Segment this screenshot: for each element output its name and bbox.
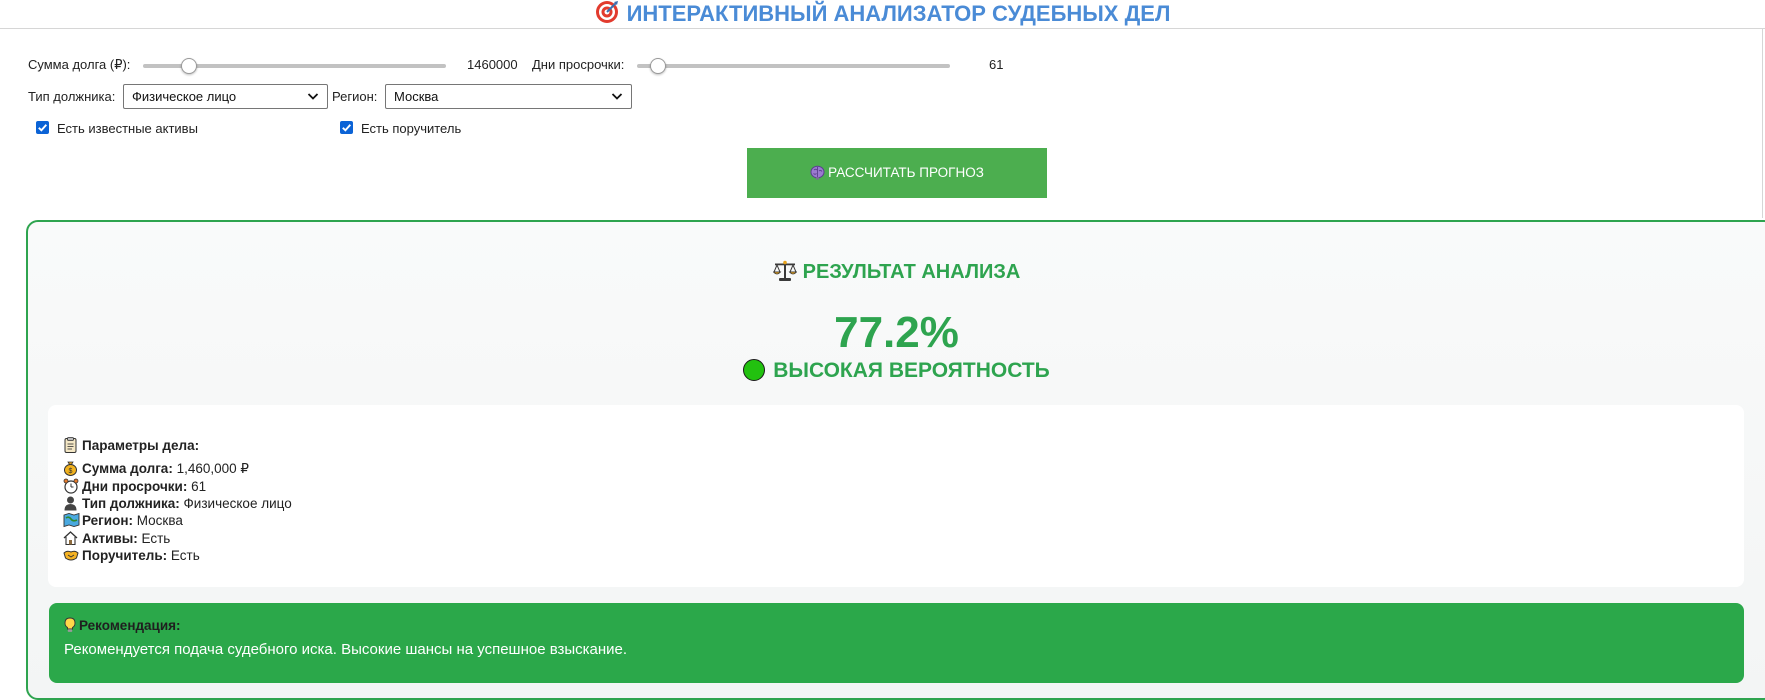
probability-verdict-text: ВЫСОКАЯ ВЕРОЯТНОСТЬ: [773, 359, 1050, 382]
debtor-type-selected: Физическое лицо: [132, 89, 237, 104]
param-type-key: Тип должника:: [82, 496, 180, 511]
param-assets-value: Есть: [141, 531, 171, 546]
money-bag-icon: $: [63, 460, 80, 476]
page-title: ИНТЕРАКТИВНЫЙ АНАЛИЗАТОР СУДЕБНЫХ ДЕЛ: [0, 0, 1765, 26]
svg-text:$: $: [69, 468, 73, 475]
param-guarantor-row: Поручитель: Есть: [63, 547, 200, 564]
handshake-icon: [63, 547, 80, 563]
brain-icon: [810, 151, 825, 201]
alarm-clock-icon: [63, 478, 80, 494]
debt-amount-value: 1460000: [467, 57, 518, 72]
calculate-forecast-button[interactable]: РАССЧИТАТЬ ПРОГНОЗ: [747, 148, 1047, 198]
param-guarantor-value: Есть: [170, 548, 200, 563]
param-type-value: Физическое лицо: [183, 496, 292, 511]
overdue-days-value: 61: [989, 57, 1004, 72]
param-debt-row: $ Сумма долга: 1,460,000 ₽: [63, 460, 249, 477]
green-circle-icon: [743, 359, 766, 381]
overdue-days-slider-thumb[interactable]: [650, 58, 666, 74]
overdue-days-slider[interactable]: [637, 58, 950, 74]
page-title-text: ИНТЕРАКТИВНЫЙ АНАЛИЗАТОР СУДЕБНЫХ ДЕЛ: [626, 1, 1171, 26]
param-region-row: Регион: Москва: [63, 512, 183, 529]
debtor-type-label: Тип должника:: [28, 89, 116, 104]
container-edge: [1762, 28, 1763, 218]
debt-amount-label: Сумма долга (₽):: [28, 57, 131, 72]
probability-verdict: ВЫСОКАЯ ВЕРОЯТНОСТЬ: [0, 358, 1765, 384]
param-debt-key: Сумма долга:: [82, 461, 173, 476]
recommendation-title-text: Рекомендация:: [79, 618, 181, 633]
param-assets-row: Активы: Есть: [63, 530, 170, 547]
recommendation-text: Рекомендуется подача судебного иска. Выс…: [64, 641, 628, 658]
param-type-row: Тип должника: Физическое лицо: [63, 495, 292, 512]
param-days-value: 61: [191, 479, 207, 494]
overdue-days-label: Дни просрочки:: [532, 57, 625, 72]
chevron-down-icon: [611, 85, 623, 108]
overdue-days-slider-track: [637, 64, 950, 68]
param-region-value: Москва: [136, 513, 183, 528]
chevron-down-icon: [307, 85, 319, 108]
has-assets-label: Есть известные активы: [57, 121, 198, 136]
param-debt-value: 1,460,000 ₽: [176, 461, 249, 476]
has-guarantor-checkbox[interactable]: [340, 121, 353, 134]
recommendation-title: Рекомендация:: [64, 617, 181, 637]
region-label: Регион:: [332, 89, 378, 104]
scales-icon: [772, 260, 798, 288]
case-parameters-panel: [48, 405, 1744, 587]
params-heading: Параметры дела:: [63, 437, 199, 454]
target-icon: [595, 0, 619, 28]
param-days-row: Дни просрочки: 61: [63, 478, 206, 495]
debt-amount-slider-thumb[interactable]: [181, 58, 197, 74]
region-select[interactable]: Москва: [385, 84, 632, 109]
has-assets-checkbox[interactable]: [36, 121, 49, 134]
person-icon: [63, 495, 80, 511]
param-assets-key: Активы:: [82, 531, 138, 546]
probability-percentage: 77.2%: [834, 308, 959, 357]
map-icon: [63, 512, 80, 528]
region-selected: Москва: [394, 89, 439, 104]
param-region-key: Регион:: [82, 513, 133, 528]
result-title: РЕЗУЛЬТАТ АНАЛИЗА: [0, 260, 1765, 288]
lightbulb-icon: [64, 617, 76, 637]
header-divider: [0, 28, 1765, 29]
param-guarantor-key: Поручитель:: [82, 548, 168, 563]
debt-amount-slider[interactable]: [143, 58, 446, 74]
debtor-type-select[interactable]: Физическое лицо: [123, 84, 328, 109]
result-title-text: РЕЗУЛЬТАТ АНАЛИЗА: [802, 261, 1021, 283]
calculate-forecast-label: РАССЧИТАТЬ ПРОГНОЗ: [828, 165, 984, 180]
house-icon: [63, 530, 80, 546]
params-heading-text: Параметры дела:: [82, 438, 200, 453]
param-days-key: Дни просрочки:: [82, 479, 188, 494]
has-guarantor-label: Есть поручитель: [361, 121, 462, 136]
clipboard-icon: [63, 437, 80, 453]
